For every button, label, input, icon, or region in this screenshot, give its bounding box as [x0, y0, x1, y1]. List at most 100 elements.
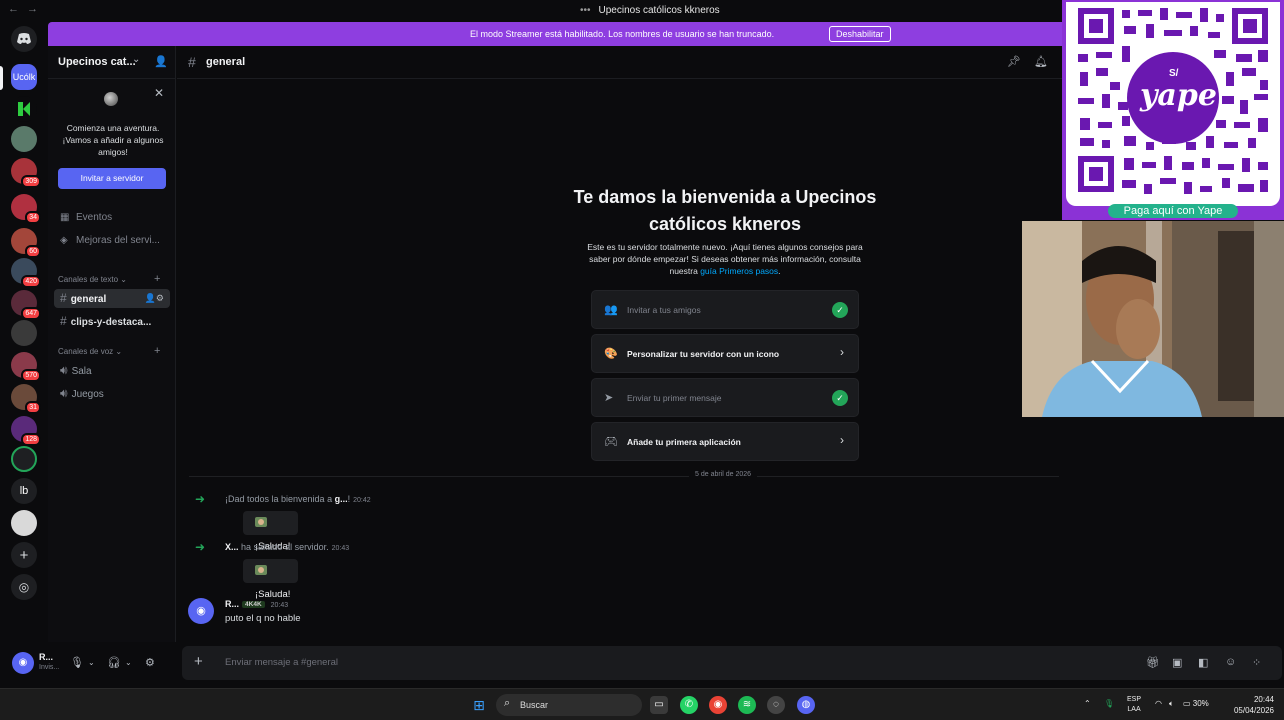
history-nav[interactable]: ←→	[8, 3, 46, 15]
channel-general[interactable]: # general 👤⚙	[54, 289, 170, 308]
mention-badge: 647	[21, 307, 41, 320]
qr-card: yape S/	[1066, 2, 1280, 206]
user-avatar[interactable]: ◉	[12, 652, 34, 674]
window-title-text: Upecinos católicos kkneros	[598, 5, 720, 16]
server-icon-current[interactable]: Ucólk	[11, 64, 37, 90]
server-header[interactable]: Upecinos cat... ⌄ 👤	[48, 46, 176, 79]
settings-gear-icon[interactable]: ⚙	[145, 656, 155, 669]
voice-channel-sala[interactable]: 🔊︎ Sala	[54, 361, 170, 380]
join-text-before: ¡Dad todos la bienvenida a	[225, 494, 333, 504]
pin-icon[interactable]: 📌︎	[1007, 55, 1021, 68]
discord-taskbar-icon[interactable]: ◍	[797, 696, 815, 714]
channel-clips[interactable]: # clips-y-destaca...	[54, 312, 170, 331]
server-icon-gray[interactable]	[11, 320, 37, 346]
sticker-icon[interactable]: ◧	[1198, 656, 1208, 669]
app-icon[interactable]: ◌	[767, 696, 785, 714]
category-text-channels[interactable]: Canales de texto ⌄ +	[58, 273, 160, 285]
attach-plus-icon[interactable]: +	[194, 653, 203, 670]
task-label: Añade tu primera aplicación	[627, 437, 741, 447]
server-icon-red2[interactable]: 34	[11, 194, 41, 224]
close-icon[interactable]: ✕	[154, 86, 164, 100]
chevron-down-icon: ⌄	[132, 54, 141, 65]
channel-label: Juegos	[71, 389, 104, 400]
bell-icon[interactable]: 🔔︎	[1034, 55, 1048, 68]
wave-button[interactable]: ¡Saluda!	[243, 511, 299, 552]
server-icon-white[interactable]	[11, 510, 37, 536]
server-icon-avatar[interactable]	[11, 126, 37, 152]
taskbar-clock[interactable]: 20:44 05/04/2026	[1228, 694, 1274, 716]
add-server-icon[interactable]: +	[11, 542, 37, 568]
battery-indicator[interactable]: ▭ 30%	[1183, 699, 1209, 708]
discord-home-icon[interactable]	[11, 26, 37, 52]
add-channel-icon[interactable]: +	[154, 273, 160, 285]
whatsapp-icon[interactable]: ✆	[680, 696, 698, 714]
join-username[interactable]: g...	[335, 494, 348, 504]
keyboard-layout: LAA	[1127, 706, 1141, 713]
explore-icon[interactable]: ◎	[11, 574, 37, 600]
join-text-after: ha saltado al servidor.	[241, 542, 329, 552]
task-view-icon[interactable]: ▭	[650, 696, 668, 714]
server-icon-pink[interactable]: 570	[11, 352, 41, 382]
spotify-icon[interactable]: ≋	[738, 696, 756, 714]
events-item[interactable]: ▦ Eventos	[60, 212, 112, 223]
category-label: Canales de voz	[58, 347, 114, 356]
gift-icon[interactable]: 🎁︎	[1146, 656, 1160, 669]
server-icon-lb[interactable]: lb	[11, 478, 37, 504]
server-icon-orange[interactable]: 60	[11, 228, 41, 258]
search-icon: ⌕	[504, 697, 511, 709]
channel-title: general	[206, 56, 246, 68]
task-label: Personalizar tu servidor con un icono	[627, 349, 780, 359]
volume-icon[interactable]: 🔈︎	[1169, 699, 1174, 709]
task-invite-friends[interactable]: 👥 Invitar a tus amigos ✓	[591, 290, 859, 329]
audio-options-chevron[interactable]: ⌄	[125, 658, 132, 667]
task-add-app[interactable]: 🎮︎ Añade tu primera aplicación ›	[591, 422, 859, 461]
server-icon-green-ring[interactable]	[11, 446, 37, 472]
task-label: Enviar tu primer mensaje	[627, 393, 722, 403]
server-icon-purple[interactable]: 128	[11, 416, 41, 446]
boosts-item[interactable]: ◈ Mejoras del servi...	[60, 235, 160, 246]
mic-options-chevron[interactable]: ⌄	[88, 658, 95, 667]
invite-to-server-button[interactable]: Invitar a servidor	[58, 168, 166, 189]
taskbar-search[interactable]: ⌕ Buscar	[496, 694, 642, 716]
gif-icon[interactable]: ▣	[1172, 656, 1182, 669]
add-user-icon[interactable]: 👤	[154, 55, 168, 68]
task-send-message[interactable]: ➤ Enviar tu primer mensaje ✓	[591, 378, 859, 417]
send-icon: ➤	[604, 392, 614, 404]
category-voice-channels[interactable]: Canales de voz ⌄ +	[58, 345, 160, 357]
getting-started-link[interactable]: guía Primeros pasos	[700, 266, 778, 276]
windows-start-icon[interactable]: ⊞	[470, 696, 488, 714]
webcam-overlay	[1022, 221, 1284, 417]
mention-badge: 60	[25, 245, 41, 258]
tray-overflow-icon[interactable]: ⌃	[1084, 699, 1091, 708]
microphone-icon[interactable]: 🎙︎	[70, 656, 84, 669]
welcome-description: Este es tu servidor totalmente nuevo. ¡A…	[587, 242, 863, 276]
disable-streamer-button[interactable]: Deshabilitar	[829, 26, 891, 42]
join-text-after: !	[347, 494, 351, 504]
task-personalize-server[interactable]: 🎨 Personalizar tu servidor con un icono …	[591, 334, 859, 373]
add-channel-icon[interactable]: +	[154, 345, 160, 357]
message-input[interactable]: Enviar mensaje a #general	[225, 657, 338, 668]
headphones-icon[interactable]: 🎧︎	[107, 656, 121, 669]
server-icon-maroon[interactable]: 647	[11, 290, 41, 320]
wave-button[interactable]: ¡Saluda!	[243, 559, 299, 600]
emoji-icon[interactable]: ☺	[1225, 656, 1236, 668]
gamepad-icon: 🎮︎	[604, 436, 618, 448]
voice-channel-juegos[interactable]: 🔊︎ Juegos	[54, 384, 170, 403]
server-icon-blue[interactable]: 420	[11, 258, 41, 288]
language-indicator[interactable]: ESP LAA	[1127, 695, 1141, 715]
wifi-icon[interactable]: ◠	[1155, 699, 1162, 708]
message-composer[interactable]: + Enviar mensaje a #general 🎁︎ ▣ ◧ ☺ ⁘	[182, 646, 1282, 680]
server-icon-brown[interactable]: 31	[11, 384, 41, 414]
checkmark-icon: ✓	[832, 302, 848, 318]
server-label: lb	[19, 485, 29, 497]
channel-actions[interactable]: 👤⚙	[145, 289, 164, 308]
apps-icon[interactable]: ⁘	[1252, 656, 1261, 669]
join-username[interactable]: X...	[225, 542, 239, 552]
server-icon-green[interactable]	[11, 96, 37, 122]
join-text: ¡Dad todos la bienvenida a g...! 20:42	[225, 494, 371, 504]
server-icon-red[interactable]: 309	[11, 158, 41, 188]
chrome-icon[interactable]: ◉	[709, 696, 727, 714]
message-avatar[interactable]: ◉	[188, 598, 214, 624]
mic-tray-icon[interactable]: 🎙︎	[1104, 699, 1114, 708]
message-author[interactable]: R... 4K4K 20:43	[225, 599, 288, 609]
